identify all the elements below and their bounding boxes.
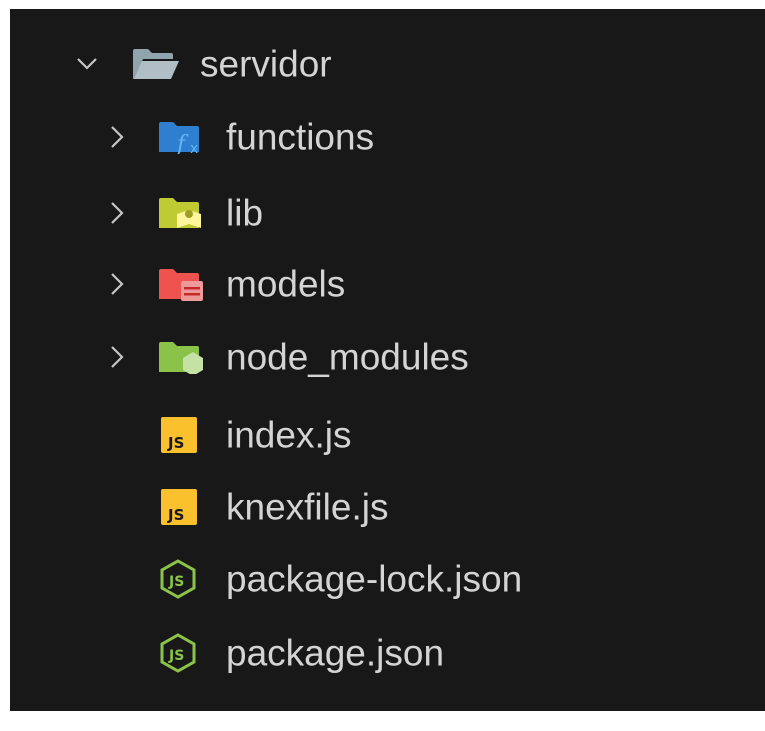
tree-item-label: lib — [226, 192, 264, 234]
tree-item-label: servidor — [200, 43, 332, 85]
chevron-right-icon[interactable] — [109, 201, 125, 225]
folder-functions-icon: f x — [159, 122, 199, 154]
tree-item-knexfile-js[interactable]: JS knexfile.js — [10, 477, 765, 537]
tree-item-label: knexfile.js — [226, 486, 389, 528]
tree-item-node_modules[interactable]: node_modules — [10, 327, 765, 387]
tree-item-lib[interactable]: lib — [10, 183, 765, 243]
folder-models-icon — [159, 269, 203, 301]
chevron-right-icon[interactable] — [109, 125, 125, 149]
folder-node-icon — [159, 342, 203, 374]
folder-lib-icon — [159, 198, 201, 228]
svg-text:JS: JS — [167, 434, 184, 452]
javascript-file-icon: JS — [161, 489, 197, 525]
chevron-right-icon[interactable] — [109, 345, 125, 369]
nodejs-file-icon: JS — [160, 559, 196, 599]
tree-item-functions[interactable]: f x functions — [10, 107, 765, 167]
tree-item-label: models — [226, 263, 346, 305]
file-explorer-panel: servidor f x functions lib models node_m… — [10, 9, 765, 711]
tree-item-label: package-lock.json — [226, 558, 523, 600]
javascript-file-icon: JS — [161, 417, 197, 453]
tree-item-label: functions — [226, 116, 375, 158]
nodejs-file-icon: JS — [160, 633, 196, 673]
tree-item-package-json[interactable]: JS package.json — [10, 623, 765, 683]
tree-item-models[interactable]: models — [10, 254, 765, 314]
svg-text:JS: JS — [167, 506, 184, 524]
tree-item-package-lock-json[interactable]: JS package-lock.json — [10, 549, 765, 609]
chevron-right-icon[interactable] — [109, 272, 125, 296]
tree-item-servidor[interactable]: servidor — [10, 34, 765, 94]
chevron-down-icon[interactable] — [76, 56, 98, 72]
folder-open-icon — [133, 49, 179, 79]
svg-text:JS: JS — [168, 574, 184, 590]
tree-item-label: package.json — [226, 632, 445, 674]
tree-item-index-js[interactable]: JS index.js — [10, 405, 765, 465]
svg-text:JS: JS — [168, 648, 184, 664]
svg-text:x: x — [190, 141, 198, 154]
tree-item-label: node_modules — [226, 336, 469, 378]
tree-item-label: index.js — [226, 414, 352, 456]
